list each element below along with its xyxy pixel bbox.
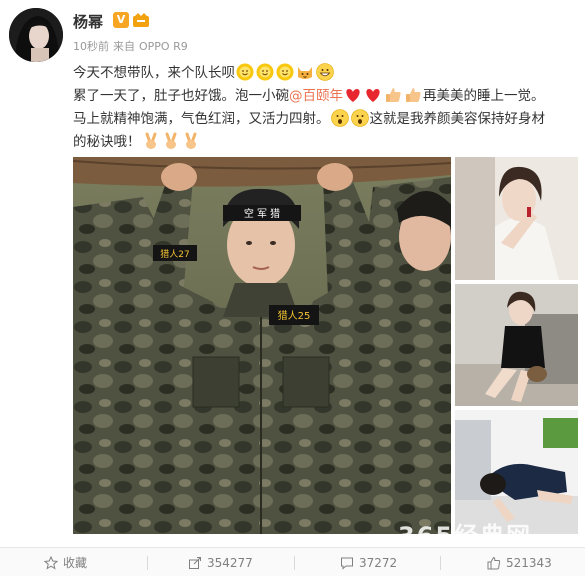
post-line-1: 今天不想带队，来个队长呗 <box>73 62 578 85</box>
verified-badge: V <box>113 12 129 28</box>
post-photo-2[interactable] <box>455 157 578 280</box>
favorite-button[interactable]: 收藏 <box>43 548 88 576</box>
patch-left-text: 猎人27 <box>160 248 189 260</box>
post-line-3a-text: 马上就精神饱满，气色红润，又活力四射。 <box>73 111 330 127</box>
heart-icon <box>346 89 360 102</box>
victory-hand-icon <box>185 132 196 149</box>
post-time[interactable]: 10秒前 <box>73 40 109 53</box>
sun-emoji-icon <box>236 63 254 81</box>
weibo-post-card: 杨幂 V 10秒前 来自 OPPO R9 今天不想带队，来个队长呗 累了一天了，肚子… <box>0 0 585 576</box>
member-crown-icon <box>132 12 150 28</box>
avatar[interactable] <box>9 8 63 62</box>
post-line-3b-text: 这就是我养颜美容保持好身材 <box>369 111 546 127</box>
divider <box>440 556 441 570</box>
sun-emoji-icon <box>256 63 274 81</box>
cat-emoji-icon <box>298 67 312 79</box>
share-button[interactable]: 354277 <box>188 548 253 576</box>
post-line-1-text: 今天不想带队，来个队长呗 <box>73 65 235 81</box>
post-line-2b-text: 再美美的睡上一觉。 <box>423 88 545 104</box>
patch-text: 猎人25 <box>278 309 311 322</box>
author-name[interactable]: 杨幂 <box>73 11 103 32</box>
sun-emoji-icon <box>276 63 294 81</box>
divider <box>294 556 295 570</box>
like-button[interactable]: 521343 <box>487 548 552 576</box>
thumbs-up-icon <box>386 88 401 102</box>
post-photo-main[interactable]: 空 军 猎 猎人25 猎人27 <box>73 157 451 534</box>
post-action-bar: 收藏 354277 37272 521343 <box>0 547 585 576</box>
victory-hand-icon <box>145 132 156 149</box>
post-line-4-text: 的秘诀哦！ <box>73 134 141 150</box>
victory-hand-icon <box>165 132 176 149</box>
post-line-4: 的秘诀哦！ <box>73 131 578 154</box>
post-photo-3[interactable] <box>455 284 578 406</box>
favorite-label: 收藏 <box>63 556 88 570</box>
heart-icon <box>366 89 380 102</box>
post-meta: 10秒前 来自 OPPO R9 <box>73 38 192 54</box>
surprised-emoji-icon <box>350 109 369 127</box>
post-line-2a-text: 累了一天了，肚子也好饿。泡一小碗 <box>73 88 289 104</box>
grin-emoji-icon <box>316 63 334 81</box>
post-text: 今天不想带队，来个队长呗 累了一天了，肚子也好饿。泡一小碗@百颐年 再美美的睡上一… <box>73 62 578 154</box>
comment-icon <box>341 557 353 570</box>
like-count: 521343 <box>506 556 552 570</box>
comment-count: 37272 <box>359 556 398 570</box>
headband-text: 空 军 猎 <box>244 207 280 220</box>
source-device[interactable]: OPPO R9 <box>139 40 188 53</box>
share-icon <box>189 557 201 569</box>
surprised-emoji-icon <box>330 109 349 127</box>
post-line-3: 马上就精神饱满，气色红润，又活力四射。 这就是我养颜美容保持好身材 <box>73 108 578 131</box>
watermark-text: 365经典网 <box>398 522 533 550</box>
divider <box>147 556 148 570</box>
star-icon <box>43 555 59 570</box>
thumbs-up-icon <box>406 88 421 102</box>
thumbs-up-icon <box>487 556 501 570</box>
mention-link[interactable]: @百颐年 <box>289 88 343 104</box>
source-prefix: 来自 <box>113 40 135 53</box>
share-count: 354277 <box>207 556 253 570</box>
post-line-2: 累了一天了，肚子也好饿。泡一小碗@百颐年 再美美的睡上一觉。 <box>73 85 578 108</box>
comment-button[interactable]: 37272 <box>340 548 397 576</box>
